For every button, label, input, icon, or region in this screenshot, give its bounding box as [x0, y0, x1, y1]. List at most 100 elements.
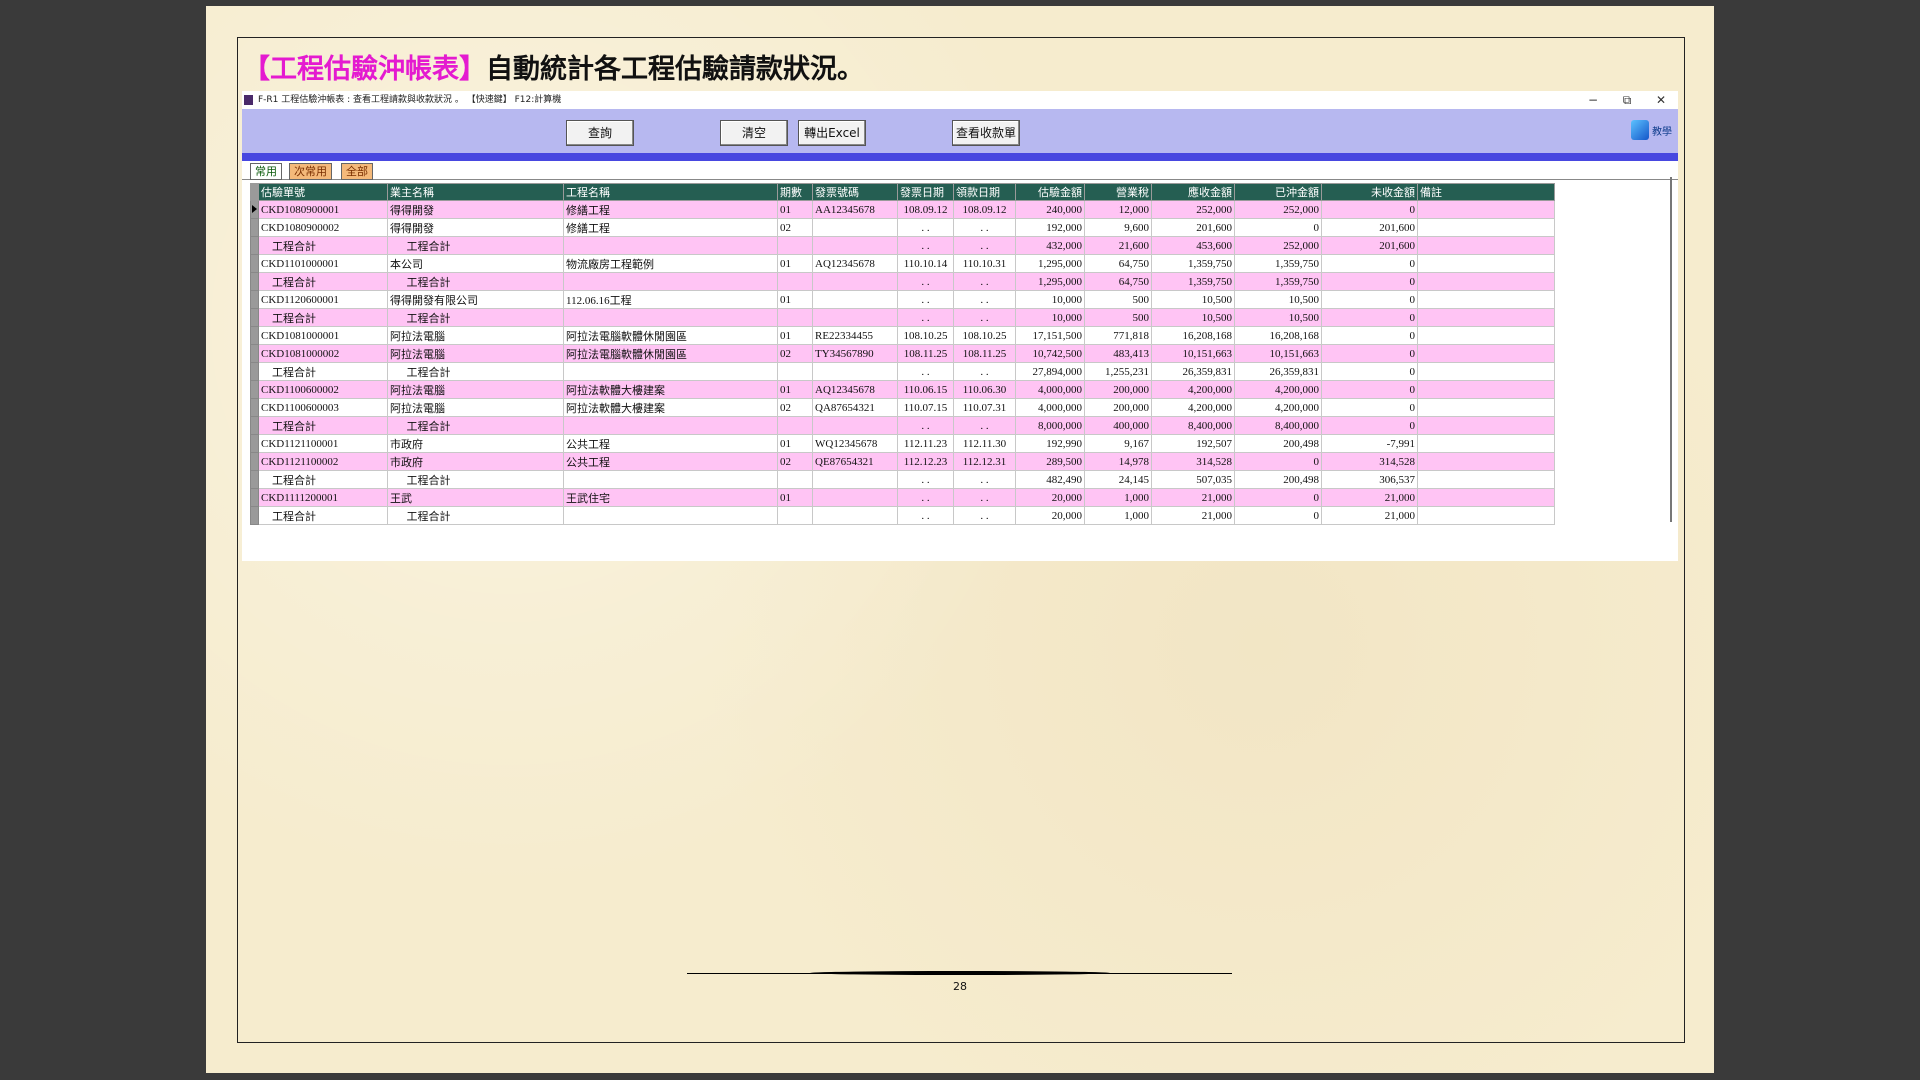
table-cell[interactable]: WQ12345678 [812, 434, 898, 453]
tab-secondary[interactable]: 次常用 [289, 163, 332, 180]
table-cell[interactable] [1417, 452, 1555, 471]
table-cell[interactable]: 本公司 [387, 254, 564, 273]
table-cell[interactable] [1417, 362, 1555, 381]
table-cell[interactable]: 1,255,231 [1084, 362, 1152, 381]
table-cell[interactable] [777, 470, 813, 489]
row-selector[interactable] [250, 362, 259, 381]
table-cell[interactable]: 4,200,000 [1234, 398, 1322, 417]
table-cell[interactable]: . . [897, 218, 954, 237]
table-cell[interactable]: CKD1101000001 [258, 254, 388, 273]
table-cell[interactable]: 252,000 [1151, 200, 1235, 219]
table-cell[interactable] [812, 236, 898, 255]
table-cell[interactable]: 王武 [387, 488, 564, 507]
table-row[interactable]: CKD1081000002 阿拉法電腦 阿拉法電腦軟體休閒園區 02 TY3456789… [250, 344, 1555, 363]
table-cell[interactable]: 26,359,831 [1234, 362, 1322, 381]
row-selector[interactable] [250, 398, 259, 417]
row-selector[interactable] [250, 434, 259, 453]
table-cell[interactable]: 阿拉法電腦軟體休閒園區 [563, 326, 778, 345]
table-cell[interactable]: 工程合計 [258, 236, 388, 255]
help-button[interactable]: 教學 [1631, 120, 1672, 140]
table-cell[interactable]: 108.11.25 [953, 344, 1016, 363]
table-row[interactable]: CKD1120600001 得得開發有限公司 112.06.16工程 01 . .. .… [250, 290, 1555, 309]
table-cell[interactable] [812, 272, 898, 291]
table-cell[interactable] [777, 362, 813, 381]
table-cell[interactable]: 200,000 [1084, 380, 1152, 399]
table-cell[interactable]: 110.06.15 [897, 380, 954, 399]
table-cell[interactable]: 得得開發有限公司 [387, 290, 564, 309]
table-cell[interactable]: . . [953, 416, 1016, 435]
row-selector[interactable] [250, 344, 259, 363]
row-selector[interactable] [250, 452, 259, 471]
table-cell[interactable] [1417, 200, 1555, 219]
row-selector[interactable] [250, 488, 259, 507]
table-cell[interactable]: 20,000 [1015, 506, 1085, 525]
table-cell[interactable] [563, 416, 778, 435]
table-cell[interactable]: 02 [777, 398, 813, 417]
table-cell[interactable]: 201,600 [1321, 218, 1418, 237]
table-cell[interactable]: 21,000 [1151, 488, 1235, 507]
table-cell[interactable]: 4,200,000 [1151, 380, 1235, 399]
table-cell[interactable]: . . [897, 506, 954, 525]
table-cell[interactable]: 108.10.25 [897, 326, 954, 345]
clear-button[interactable]: 清空 [720, 120, 788, 146]
table-cell[interactable] [1417, 398, 1555, 417]
table-cell[interactable]: . . [953, 362, 1016, 381]
col-header[interactable]: 估驗單號 [258, 183, 388, 201]
table-cell[interactable]: 400,000 [1084, 416, 1152, 435]
table-cell[interactable]: 16,208,168 [1234, 326, 1322, 345]
table-cell[interactable]: 10,500 [1234, 308, 1322, 327]
table-cell[interactable]: . . [953, 506, 1016, 525]
table-cell[interactable]: 市政府 [387, 452, 564, 471]
table-cell[interactable]: 4,000,000 [1015, 380, 1085, 399]
table-cell[interactable]: 工程合計 [387, 362, 564, 381]
table-cell[interactable]: . . [953, 308, 1016, 327]
table-cell[interactable] [1417, 434, 1555, 453]
table-cell[interactable] [563, 272, 778, 291]
table-cell[interactable]: AQ12345678 [812, 380, 898, 399]
restore-icon[interactable]: ⧉ [1612, 91, 1642, 109]
view-receipts-button[interactable]: 查看收款單 [952, 120, 1020, 146]
table-cell[interactable]: CKD1081000002 [258, 344, 388, 363]
col-header[interactable]: 未收金額 [1321, 183, 1418, 201]
tab-all[interactable]: 全部 [341, 163, 373, 180]
table-cell[interactable]: 1,000 [1084, 488, 1152, 507]
row-selector[interactable] [250, 236, 259, 255]
table-cell[interactable]: 110.07.15 [897, 398, 954, 417]
table-cell[interactable]: 17,151,500 [1015, 326, 1085, 345]
table-cell[interactable]: . . [897, 236, 954, 255]
table-cell[interactable] [1417, 326, 1555, 345]
table-cell[interactable]: 192,990 [1015, 434, 1085, 453]
table-cell[interactable]: 432,000 [1015, 236, 1085, 255]
table-cell[interactable]: 771,818 [1084, 326, 1152, 345]
table-cell[interactable] [563, 236, 778, 255]
table-cell[interactable]: 289,500 [1015, 452, 1085, 471]
table-cell[interactable]: . . [953, 470, 1016, 489]
table-row[interactable]: CKD1101000001 本公司 物流廠房工程範例 01 AQ12345678 110.… [250, 254, 1555, 273]
table-cell[interactable]: 王武住宅 [563, 488, 778, 507]
table-cell[interactable]: CKD1100600002 [258, 380, 388, 399]
table-cell[interactable]: 21,000 [1321, 488, 1418, 507]
table-cell[interactable]: 工程合計 [258, 416, 388, 435]
table-cell[interactable]: 192,507 [1151, 434, 1235, 453]
table-cell[interactable]: -7,991 [1321, 434, 1418, 453]
table-cell[interactable] [1417, 380, 1555, 399]
table-cell[interactable]: 507,035 [1151, 470, 1235, 489]
table-row[interactable]: CKD1100600002 阿拉法電腦 阿拉法軟體大樓建案 01 AQ12345678 1… [250, 380, 1555, 399]
table-cell[interactable]: 0 [1321, 308, 1418, 327]
table-cell[interactable]: 1,359,750 [1151, 272, 1235, 291]
table-cell[interactable] [777, 506, 813, 525]
table-cell[interactable]: 9,167 [1084, 434, 1152, 453]
table-cell[interactable]: 8,400,000 [1151, 416, 1235, 435]
table-cell[interactable]: . . [897, 308, 954, 327]
table-cell[interactable]: 10,742,500 [1015, 344, 1085, 363]
table-cell[interactable]: 21,600 [1084, 236, 1152, 255]
table-cell[interactable]: 0 [1321, 290, 1418, 309]
row-selector[interactable] [250, 200, 259, 219]
export-excel-button[interactable]: 轉出Excel [798, 120, 866, 146]
table-cell[interactable]: TY34567890 [812, 344, 898, 363]
table-cell[interactable] [1417, 470, 1555, 489]
table-cell[interactable]: 公共工程 [563, 452, 778, 471]
table-cell[interactable]: 112.11.30 [953, 434, 1016, 453]
table-cell[interactable]: 10,500 [1151, 290, 1235, 309]
row-selector[interactable] [250, 416, 259, 435]
